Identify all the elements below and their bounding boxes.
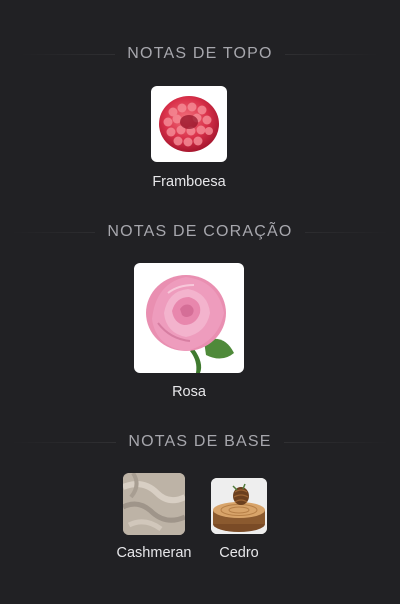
top-notes-heading-row: NOTAS DE TOPO [0, 44, 400, 64]
heart-notes-heading-row: NOTAS DE CORAÇÃO [0, 222, 400, 242]
rose-icon [146, 275, 234, 373]
section-title-base-notes: NOTAS DE BASE [116, 433, 284, 451]
note-label-cedro: Cedro [219, 545, 259, 561]
note-tile-framboesa[interactable] [151, 86, 227, 162]
note-tile-rosa[interactable] [134, 263, 244, 373]
cedar-wood-icon [211, 478, 267, 534]
cashmere-fabric-icon [123, 473, 185, 535]
raspberry-icon [159, 96, 219, 152]
note-label-framboesa: Framboesa [152, 174, 226, 190]
note-label-rosa: Rosa [172, 384, 206, 400]
note-tile-cashmeran[interactable] [123, 473, 185, 535]
base-notes-heading-row: NOTAS DE BASE [0, 432, 400, 452]
section-title-heart-notes: NOTAS DE CORAÇÃO [95, 223, 305, 241]
note-label-cashmeran: Cashmeran [116, 545, 192, 561]
section-title-top-notes: NOTAS DE TOPO [115, 45, 285, 63]
note-tile-cedro[interactable] [211, 478, 267, 534]
